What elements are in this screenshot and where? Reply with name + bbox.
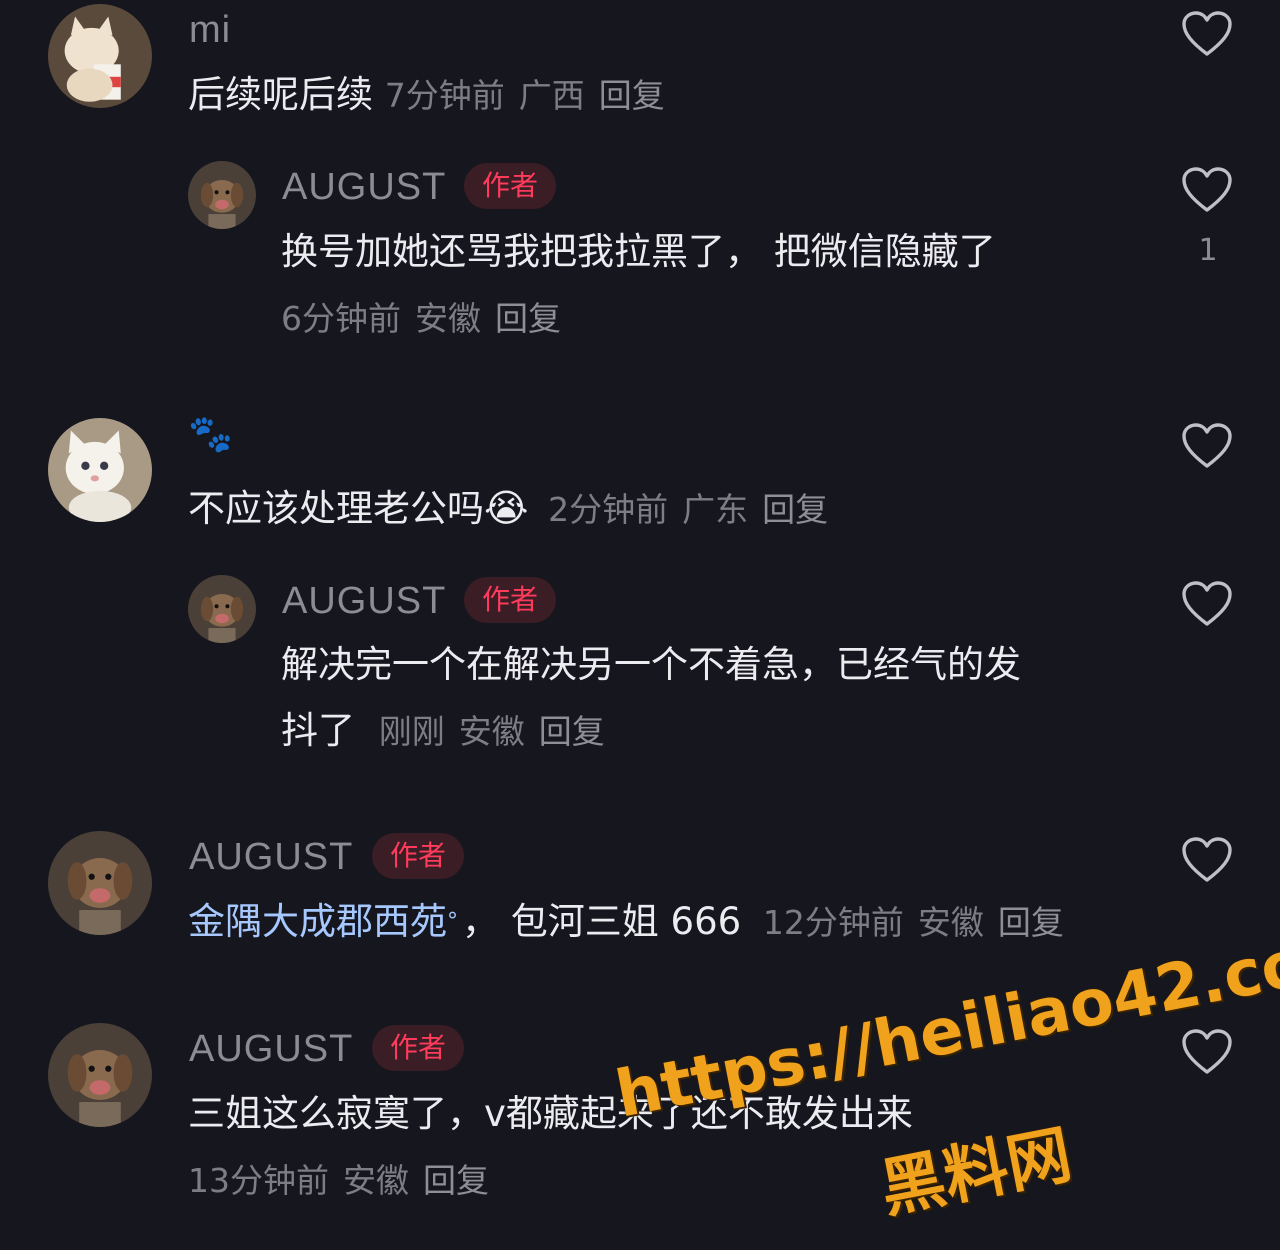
timestamp: 13分钟前 [188,1161,329,1200]
location: 安徽 [415,299,481,338]
location: 广西 [518,76,585,115]
author-badge: 作者 [464,163,557,209]
comment-text: 金隅大成郡西苑°， 包河三姐 666 12分钟前 安徽 回复 [188,899,1078,946]
location: 安徽 [343,1161,409,1200]
reply-button[interactable]: 回复 [998,903,1064,942]
dog-avatar-icon [48,1023,152,1127]
like-heart-icon[interactable] [1181,1029,1233,1075]
comment-body: 换号加她还骂我把我拉黑了， 把微信隐藏了 [281,230,996,273]
comment-meta: 刚刚 安徽 回复 [379,712,619,751]
location-link[interactable]: 金隅大成郡西苑 [188,900,447,943]
like-count: 1 [1198,233,1218,268]
dog-avatar-icon [48,831,152,935]
comment-meta: 13分钟前 安徽 回复 [188,1158,503,1204]
avatar[interactable] [188,575,256,643]
like-heart-icon[interactable] [1181,837,1233,883]
white-kitten-avatar-icon [48,418,152,522]
cat-with-milk-carton-avatar-icon [48,4,152,108]
location: 广东 [682,490,749,529]
avatar[interactable] [188,161,256,229]
author-badge: 作者 [372,1025,465,1071]
comment-text: 后续呢后续 7分钟前 广西 回复 [188,72,679,119]
username[interactable]: AUGUST [189,836,353,879]
search-icon[interactable]: ° [447,909,458,934]
comment-text: 抖了 刚刚 安徽 回复 [281,708,619,755]
timestamp: 刚刚 [378,712,445,751]
like-heart-icon[interactable] [1181,581,1233,627]
timestamp: 2分钟前 [548,490,669,529]
avatar[interactable] [48,418,152,522]
username[interactable]: AUGUST [189,1028,353,1071]
comment-body: ， 包河三姐 666 [462,900,742,943]
location: 安徽 [917,903,984,942]
username-paw-icon[interactable]: 🐾 [188,413,234,455]
location: 安徽 [458,712,525,751]
like-heart-icon[interactable] [1181,167,1233,213]
dog-avatar-icon [188,575,256,643]
reply-button[interactable]: 回复 [762,490,828,529]
dog-avatar-icon [188,161,256,229]
timestamp: 7分钟前 [384,76,505,115]
comment-body: 解决完一个在解决另一个不着急，已经气的发 [281,643,1021,686]
comment-meta: 7分钟前 广西 回复 [385,76,679,115]
comment-meta: 2分钟前 广东 回复 [548,490,842,529]
username[interactable]: AUGUST [282,166,446,209]
reply-button[interactable]: 回复 [495,299,561,338]
like-heart-icon[interactable] [1181,423,1233,469]
comment-body: 后续呢后续 [188,73,373,116]
author-badge: 作者 [372,833,465,879]
comment-body-line2: 抖了 [281,709,355,752]
timestamp: 12分钟前 [762,903,904,942]
timestamp: 6分钟前 [281,299,401,338]
username[interactable]: mi [189,9,231,52]
comment-body: 不应该处理老公吗 [188,487,484,530]
crying-face-emoji: 😭 [484,486,529,530]
author-badge: 作者 [464,577,557,623]
comment-meta: 6分钟前 安徽 回复 [281,296,575,342]
comment-text: 不应该处理老公吗😭 2分钟前 广东 回复 [188,485,842,533]
avatar[interactable] [48,831,152,935]
reply-button[interactable]: 回复 [599,76,665,115]
username[interactable]: AUGUST [282,580,446,623]
comment-meta: 12分钟前 安徽 回复 [763,903,1078,942]
avatar[interactable] [48,1023,152,1127]
comment-body: 三姐这么寂寞了，v都藏起来了还不敢发出来 [188,1092,913,1135]
avatar[interactable] [48,4,152,108]
reply-button[interactable]: 回复 [539,712,605,751]
like-heart-icon[interactable] [1181,11,1233,57]
reply-button[interactable]: 回复 [423,1161,489,1200]
